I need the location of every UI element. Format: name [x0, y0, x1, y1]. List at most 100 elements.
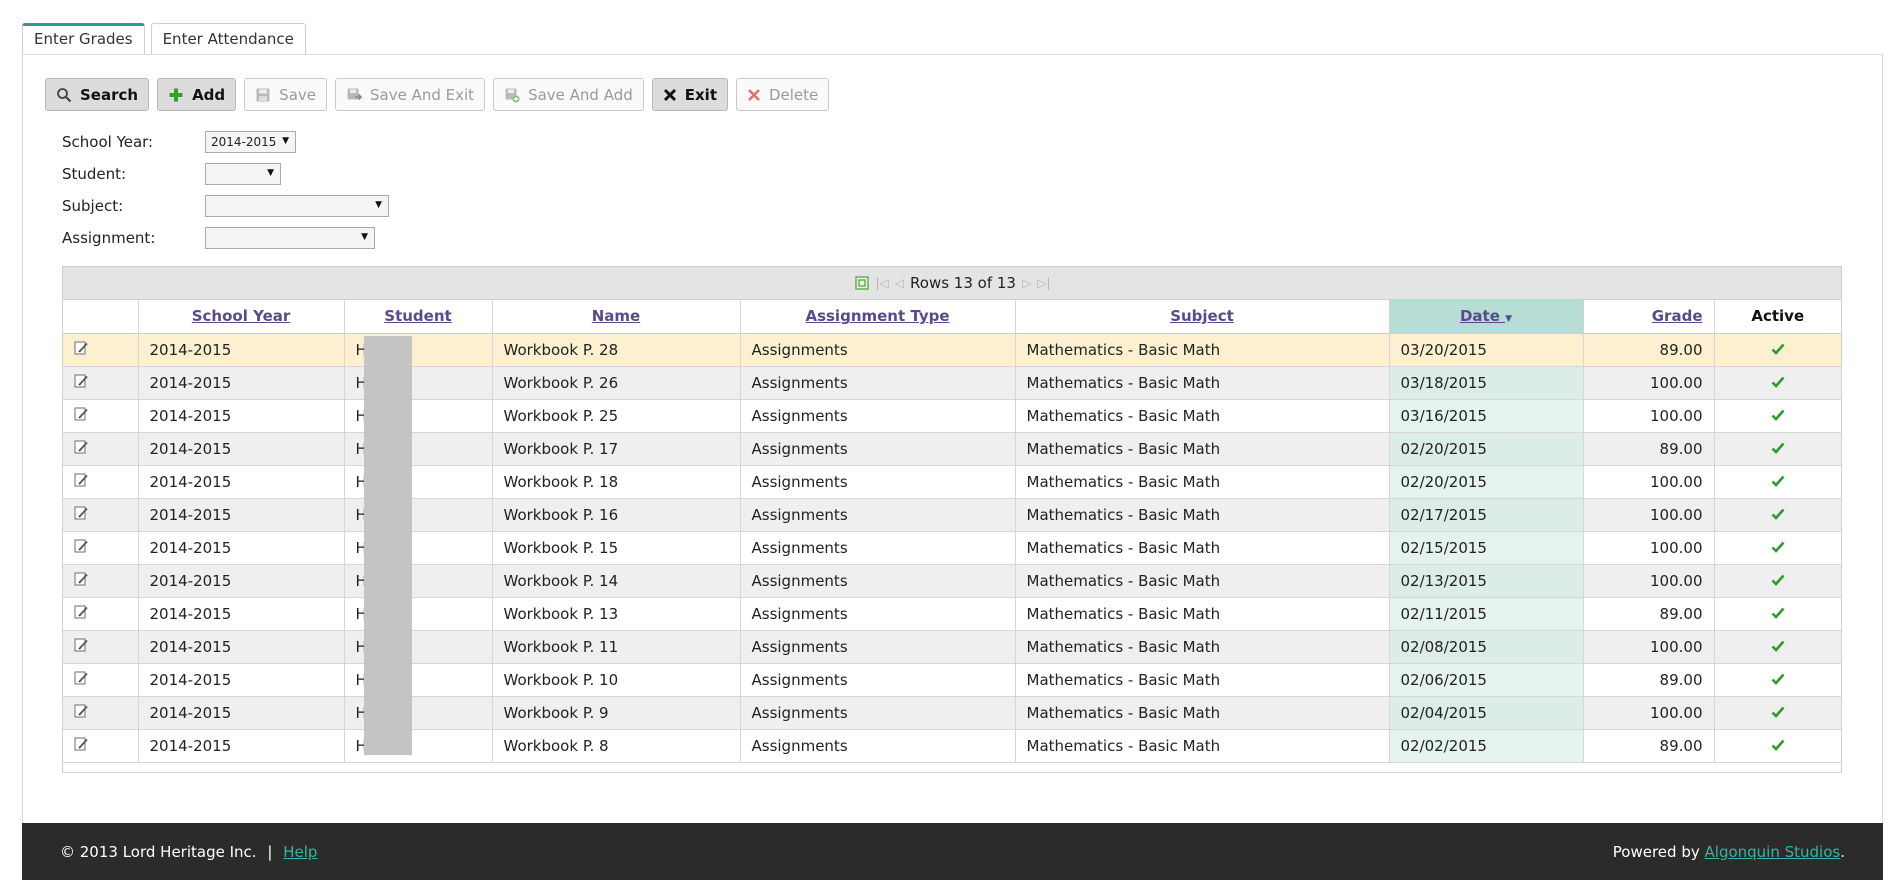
cell-name: Workbook P. 14: [492, 564, 741, 598]
cell-grade: 100.00: [1583, 531, 1715, 565]
table-row[interactable]: 2014-2015 H Workbook P. 11 Assignments Mathe…: [63, 630, 1841, 664]
table-row[interactable]: 2014-2015 H Workbook P. 15 Assignments Mathe…: [63, 531, 1841, 565]
cell-edit[interactable]: [63, 498, 139, 532]
search-button[interactable]: Search: [45, 78, 150, 111]
tab-enter-attendance[interactable]: Enter Attendance: [150, 23, 306, 54]
tab-enter-grades[interactable]: Enter Grades: [22, 23, 145, 54]
export-excel-icon[interactable]: [854, 275, 870, 291]
student-select[interactable]: ▼: [205, 163, 281, 185]
vendor-link[interactable]: Algonquin Studios: [1705, 843, 1841, 861]
save-and-add-button[interactable]: Save And Add: [493, 78, 644, 111]
cell-name: Workbook P. 28: [492, 333, 741, 367]
table-row[interactable]: 2014-2015 H Workbook P. 26 Assignments Mathe…: [63, 366, 1841, 400]
table-row[interactable]: 2014-2015 H Workbook P. 18 Assignments Mathe…: [63, 465, 1841, 499]
cell-date: 02/20/2015: [1389, 465, 1584, 499]
edit-icon[interactable]: [73, 736, 89, 752]
table-row[interactable]: 2014-2015 H Workbook P. 9 Assignments Mathem…: [63, 696, 1841, 730]
cell-edit[interactable]: [63, 630, 139, 664]
next-page-icon[interactable]: ▷: [1022, 276, 1031, 290]
first-page-icon[interactable]: |◁: [876, 276, 889, 290]
subject-select[interactable]: ▼: [205, 195, 389, 217]
help-link[interactable]: Help: [283, 843, 317, 861]
school-year-select[interactable]: 2014-2015 ▼: [205, 131, 296, 153]
edit-icon[interactable]: [73, 703, 89, 719]
edit-icon[interactable]: [73, 373, 89, 389]
col-header-grade[interactable]: Grade: [1583, 300, 1715, 334]
col-header-student[interactable]: Student: [344, 300, 493, 334]
cell-edit[interactable]: [63, 531, 139, 565]
cell-subject: Mathematics - Basic Math: [1015, 366, 1390, 400]
last-page-icon[interactable]: ▷|: [1037, 276, 1050, 290]
floppy-icon: [256, 88, 270, 101]
col-header-date[interactable]: Date ▼: [1389, 300, 1584, 334]
check-icon: [1771, 541, 1785, 553]
cell-edit[interactable]: [63, 399, 139, 433]
assignment-select[interactable]: ▼: [205, 227, 375, 249]
add-button-label: Add: [192, 85, 226, 104]
cell-active: [1714, 630, 1841, 664]
prev-page-icon[interactable]: ◁: [895, 276, 904, 290]
save-exit-icon: [347, 88, 362, 100]
cell-edit[interactable]: [63, 465, 139, 499]
table-row[interactable]: 2014-2015 H Workbook P. 10 Assignments Mathe…: [63, 663, 1841, 697]
assignment-label: Assignment:: [62, 229, 156, 247]
cell-name: Workbook P. 11: [492, 630, 741, 664]
edit-icon[interactable]: [73, 604, 89, 620]
cell-edit[interactable]: [63, 663, 139, 697]
dropdown-arrow-icon: ▼: [375, 200, 382, 210]
col-header-assignment-type[interactable]: Assignment Type: [740, 300, 1016, 334]
cell-grade: 100.00: [1583, 564, 1715, 598]
delete-button[interactable]: Delete: [735, 78, 830, 111]
cell-edit[interactable]: [63, 696, 139, 730]
cell-assignment-type: Assignments: [740, 498, 1016, 532]
cell-assignment-type: Assignments: [740, 564, 1016, 598]
cell-subject: Mathematics - Basic Math: [1015, 333, 1390, 367]
table-row[interactable]: 2014-2015 H Workbook P. 16 Assignments Mathe…: [63, 498, 1841, 532]
edit-icon[interactable]: [73, 505, 89, 521]
save-button[interactable]: Save: [244, 78, 327, 111]
footer-period: .: [1840, 842, 1845, 861]
cell-assignment-type: Assignments: [740, 597, 1016, 631]
cell-active: [1714, 366, 1841, 400]
col-header-name[interactable]: Name: [492, 300, 741, 334]
table-row[interactable]: 2014-2015 H Workbook P. 17 Assignments Mathe…: [63, 432, 1841, 466]
table-row[interactable]: 2014-2015 H Workbook P. 14 Assignments Mathe…: [63, 564, 1841, 598]
cell-edit[interactable]: [63, 597, 139, 631]
edit-icon[interactable]: [73, 538, 89, 554]
cell-edit[interactable]: [63, 432, 139, 466]
check-icon: [1771, 442, 1785, 454]
cell-edit[interactable]: [63, 564, 139, 598]
cell-edit[interactable]: [63, 366, 139, 400]
cell-subject: Mathematics - Basic Math: [1015, 564, 1390, 598]
school-year-row: School Year: 2014-2015 ▼: [62, 130, 296, 154]
check-icon: [1771, 475, 1785, 487]
table-row[interactable]: 2014-2015 H Workbook P. 13 Assignments Mathe…: [63, 597, 1841, 631]
school-year-value: 2014-2015: [211, 135, 277, 149]
save-and-exit-button[interactable]: Save And Exit: [335, 78, 486, 111]
edit-icon[interactable]: [73, 472, 89, 488]
edit-icon[interactable]: [73, 637, 89, 653]
add-button[interactable]: Add: [157, 78, 237, 111]
col-header-subject[interactable]: Subject: [1015, 300, 1390, 334]
table-row[interactable]: 2014-2015 H Workbook P. 28 Assignments Mathe…: [63, 333, 1841, 367]
cell-edit[interactable]: [63, 333, 139, 367]
powered-by-text: Powered by: [1612, 842, 1700, 861]
cell-active: [1714, 564, 1841, 598]
pager-text: Rows 13 of 13: [910, 274, 1016, 292]
cell-subject: Mathematics - Basic Math: [1015, 630, 1390, 664]
cell-assignment-type: Assignments: [740, 333, 1016, 367]
dropdown-arrow-icon: ▼: [361, 232, 368, 242]
table-row[interactable]: 2014-2015 H Workbook P. 25 Assignments Mathe…: [63, 399, 1841, 433]
check-icon: [1771, 673, 1785, 685]
check-icon: [1771, 409, 1785, 421]
edit-icon[interactable]: [73, 439, 89, 455]
edit-icon[interactable]: [73, 340, 89, 356]
edit-icon[interactable]: [73, 670, 89, 686]
exit-button[interactable]: Exit: [651, 78, 728, 111]
table-row[interactable]: 2014-2015 H Workbook P. 8 Assignments Mathem…: [63, 729, 1841, 763]
edit-icon[interactable]: [73, 406, 89, 422]
dropdown-arrow-icon: ▼: [267, 168, 274, 178]
cell-edit[interactable]: [63, 729, 139, 763]
edit-icon[interactable]: [73, 571, 89, 587]
col-header-school-year[interactable]: School Year: [138, 300, 345, 334]
